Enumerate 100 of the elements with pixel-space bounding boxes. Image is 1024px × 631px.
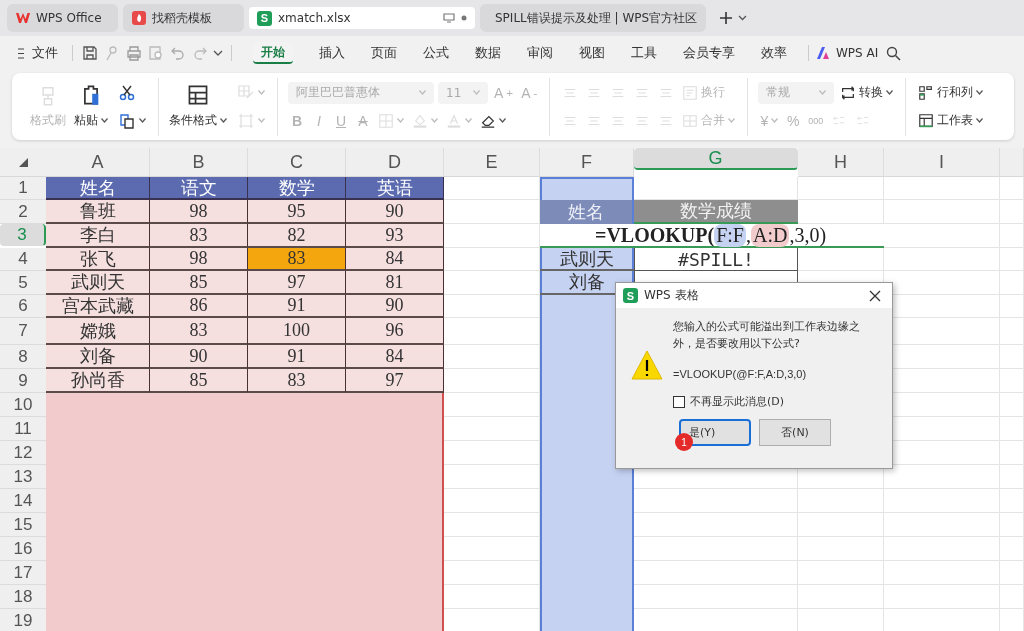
row-header[interactable]: 4 — [0, 248, 46, 271]
empty-cell[interactable] — [884, 513, 1000, 537]
wrap-icon — [682, 84, 699, 101]
empty-cell[interactable] — [1000, 271, 1024, 295]
empty-cell[interactable] — [884, 248, 1000, 271]
warning-icon — [631, 350, 663, 380]
empty-cell[interactable] — [1000, 561, 1024, 585]
formula-cell-editor[interactable]: =VLOOKUP(F:F,A:D,3,0) — [540, 224, 884, 248]
caret-icon — [465, 118, 472, 123]
row-header[interactable]: 8 — [0, 345, 46, 369]
empty-cell[interactable] — [1000, 369, 1024, 393]
empty-cell[interactable] — [1000, 393, 1024, 417]
ribbon-tab[interactable]: 公式 — [423, 37, 449, 69]
row-header[interactable]: 9 — [0, 369, 46, 393]
column-header[interactable]: E — [444, 148, 540, 177]
row-header[interactable]: 18 — [0, 585, 46, 609]
row-header[interactable]: 5 — [0, 271, 46, 295]
empty-cell[interactable] — [884, 585, 1000, 609]
dialog-button[interactable]: 否(N) — [759, 419, 831, 446]
empty-cell[interactable] — [798, 561, 884, 585]
file-menu[interactable]: 文件 — [14, 44, 64, 62]
rows-columns-button[interactable]: 行和列 — [916, 81, 986, 104]
column-header[interactable]: D — [346, 148, 444, 177]
row-header[interactable]: 14 — [0, 489, 46, 513]
empty-cell[interactable] — [884, 537, 1000, 561]
worksheet-button[interactable]: 工作表 — [916, 109, 986, 132]
row-header[interactable]: 1 — [0, 177, 46, 200]
w-logo-icon — [16, 12, 30, 24]
row-header[interactable]: 15 — [0, 513, 46, 537]
empty-cell[interactable] — [1000, 537, 1024, 561]
ribbon-tab[interactable]: 会员专享 — [683, 37, 735, 69]
document-tab[interactable]: WPS Office — [7, 4, 118, 32]
document-tab[interactable]: S xmatch.xlsx — [249, 7, 475, 29]
empty-cell[interactable] — [1000, 224, 1024, 248]
ribbon-tab[interactable]: 数据 — [475, 37, 501, 69]
empty-cell[interactable] — [1000, 318, 1024, 345]
ribbon-tab[interactable]: 插入 — [319, 37, 345, 69]
empty-cell[interactable] — [884, 177, 1000, 200]
empty-cell[interactable] — [798, 513, 884, 537]
table-cell: 95 — [248, 200, 346, 224]
document-tab[interactable]: SPILL错误提示及处理 | WPS官方社区 — [480, 4, 706, 32]
empty-cell[interactable] — [798, 177, 884, 200]
empty-cell[interactable] — [798, 489, 884, 513]
table-cell: 85 — [150, 369, 248, 393]
row-header[interactable]: 17 — [0, 561, 46, 585]
dont-show-checkbox[interactable]: 不再显示此消息(D) — [673, 394, 892, 409]
empty-cell[interactable] — [884, 561, 1000, 585]
table-cell: 武则天 — [46, 271, 150, 295]
close-icon[interactable] — [869, 289, 881, 302]
column-header[interactable]: F — [540, 148, 634, 177]
empty-cell[interactable] — [1000, 465, 1024, 489]
empty-cell[interactable] — [884, 489, 1000, 513]
empty-cell[interactable] — [1000, 585, 1024, 609]
row-header[interactable]: 16 — [0, 537, 46, 561]
ribbon-tab[interactable]: 工具 — [631, 37, 657, 69]
column-header[interactable]: I — [884, 148, 1000, 177]
row-header[interactable]: 6 — [0, 295, 46, 318]
table-cell: 83 — [248, 248, 346, 271]
row-header[interactable]: 2 — [0, 200, 46, 224]
empty-cell[interactable] — [1000, 345, 1024, 369]
paste-button[interactable]: 粘贴 — [74, 84, 108, 129]
empty-cell[interactable] — [884, 200, 1000, 224]
row-header[interactable]: 12 — [0, 441, 46, 465]
select-all-icon[interactable] — [18, 157, 28, 167]
row-header[interactable]: 7 — [0, 318, 46, 345]
ribbon-tab[interactable]: 页面 — [371, 37, 397, 69]
ribbon-tab[interactable]: 审阅 — [527, 37, 553, 69]
caret-icon — [258, 118, 265, 123]
row-header[interactable]: 10 — [0, 393, 46, 417]
column-header[interactable]: C — [248, 148, 346, 177]
empty-cell[interactable] — [1000, 295, 1024, 318]
document-tab[interactable]: 找稻壳模板 — [123, 4, 244, 32]
row-header[interactable]: 13 — [0, 465, 46, 489]
empty-cell[interactable] — [1000, 200, 1024, 224]
empty-cell[interactable] — [1000, 489, 1024, 513]
row-header[interactable]: 19 — [0, 609, 46, 631]
empty-cell[interactable] — [1000, 417, 1024, 441]
letter-a-icon — [446, 112, 462, 129]
chevron-down-icon[interactable] — [213, 50, 223, 56]
row-header[interactable]: 11 — [0, 417, 46, 441]
column-header[interactable]: A — [46, 148, 150, 177]
search-icon[interactable] — [886, 45, 902, 61]
table-cell: 90 — [346, 200, 444, 224]
empty-cell[interactable] — [798, 537, 884, 561]
column-header[interactable]: B — [150, 148, 248, 177]
empty-cell[interactable] — [1000, 441, 1024, 465]
chevron-down-icon[interactable] — [738, 15, 747, 21]
plus-icon[interactable] — [719, 11, 733, 25]
empty-cell[interactable] — [1000, 177, 1024, 200]
empty-cell[interactable] — [798, 585, 884, 609]
column-header[interactable] — [1000, 148, 1024, 177]
conditional-format-button[interactable]: 条件格式 — [169, 84, 227, 129]
ribbon-tab[interactable]: 效率 — [761, 37, 787, 69]
table-icon — [187, 84, 209, 106]
ribbon-tab[interactable]: 视图 — [579, 37, 605, 69]
empty-cell[interactable] — [1000, 513, 1024, 537]
empty-cell[interactable] — [1000, 248, 1024, 271]
wps-ai-button[interactable]: WPS AI — [817, 46, 879, 60]
column-header[interactable]: H — [798, 148, 884, 177]
sheet-logo-icon: S — [257, 10, 272, 26]
